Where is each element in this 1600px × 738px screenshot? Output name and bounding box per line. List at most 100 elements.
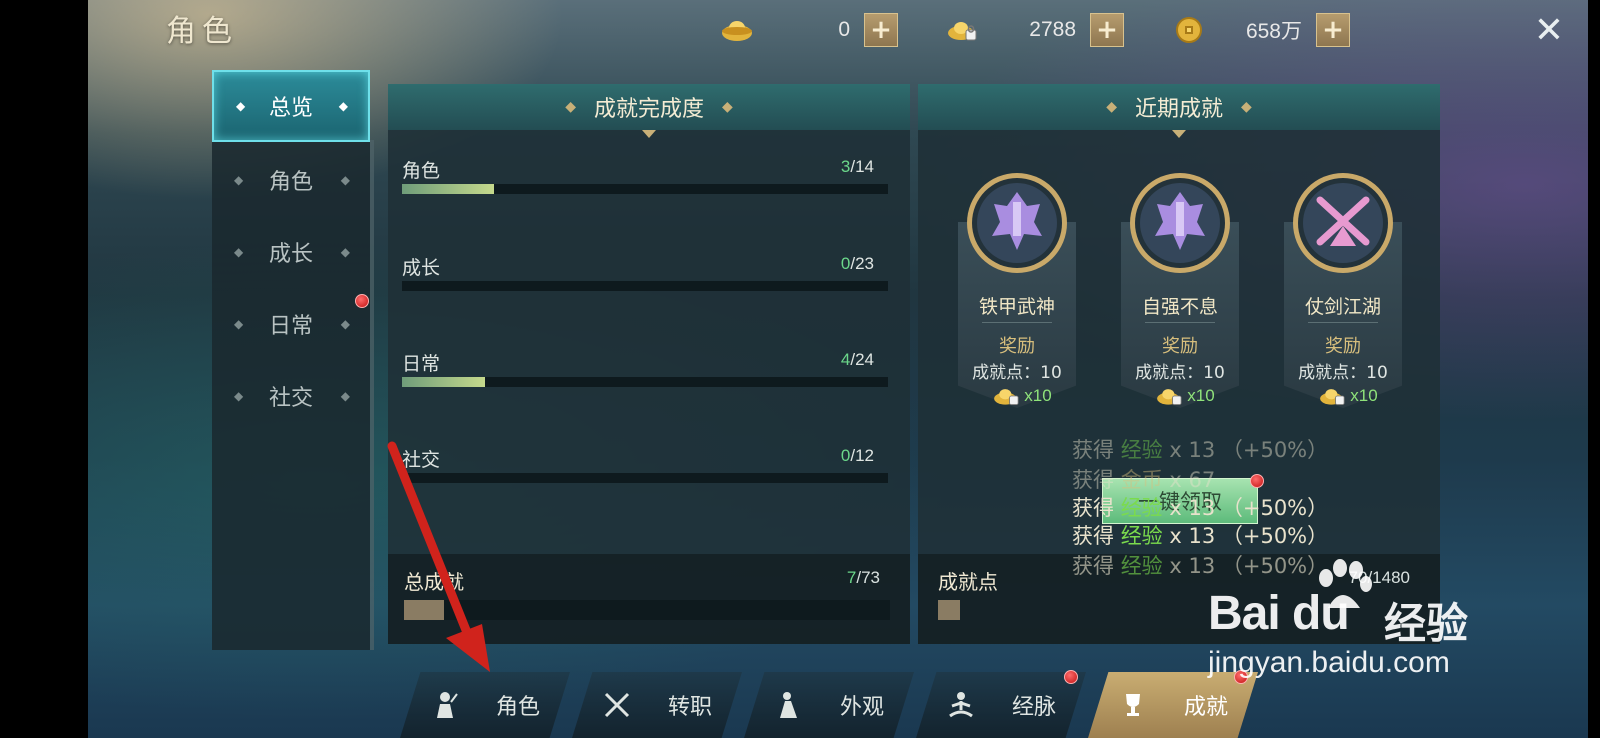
- add-gold-ingot-button[interactable]: +: [864, 13, 898, 47]
- watermark-logo-cn: 经验: [1384, 599, 1469, 648]
- bound-ingot-icon: [1157, 389, 1182, 405]
- nav-item-label: 日常: [268, 314, 313, 339]
- reward-points: 成就点：10: [972, 363, 1062, 383]
- header-notch: [642, 130, 656, 138]
- gold-ingot-icon: [720, 15, 754, 45]
- progress-row-growth: 成长 0/23: [402, 253, 888, 313]
- diamond-icon: ◆: [234, 389, 244, 403]
- nav-item-social[interactable]: ◆ 社交 ◆: [212, 360, 370, 432]
- side-nav: ◆ 总览 ◆ ◆ 角色 ◆ ◆ 成长 ◆ ◆ 日常 ◆ ◆ 社交 ◆: [212, 70, 370, 650]
- add-coin-button[interactable]: +: [1316, 13, 1350, 47]
- achievement-name: 仗剑江湖: [1304, 296, 1381, 318]
- reward-item: x10: [982, 384, 1062, 408]
- crossed-swords-icon: [602, 690, 632, 720]
- completion-panel-header: ◆ 成就完成度 ◆: [388, 84, 910, 138]
- achievement-points-label: 成就点: [938, 570, 998, 594]
- close-button[interactable]: ✕: [1530, 12, 1568, 50]
- currency-bound-ingot: 2788 +: [946, 10, 1124, 50]
- armor-emblem-icon: [967, 173, 1067, 273]
- reward-qty: x10: [1350, 386, 1378, 405]
- gain-message: 获得 经验 x 13 （+50%）: [1072, 524, 1329, 548]
- diamond-icon: ◆: [338, 99, 348, 113]
- gain-message: 获得 经验 x 13 （+50%）: [1072, 496, 1329, 520]
- tab-class-change[interactable]: 转职: [572, 672, 742, 738]
- reward-label: 奖励: [999, 336, 1035, 357]
- progress-fill: [402, 377, 485, 387]
- completion-title: 成就完成度: [593, 97, 704, 122]
- reward-item: x10: [1308, 384, 1388, 408]
- diamond-icon: ◆: [234, 317, 244, 331]
- achievement-name: 自强不息: [1141, 296, 1218, 318]
- bound-ingot-value: 2788: [1029, 18, 1076, 41]
- reward-item: x10: [1145, 384, 1225, 408]
- divider: [1308, 322, 1378, 323]
- achievement-name: 铁甲武神: [978, 296, 1055, 318]
- watermark-logo-text: Bai du: [1208, 587, 1350, 640]
- diamond-icon: ◆: [340, 173, 350, 187]
- game-screen: 角色 0 + 2788 + 658万 + ✕ ◆ 总览 ◆ ◆ 角色 ◆ ◆ 成…: [88, 0, 1600, 738]
- bound-ingot-icon: [994, 389, 1019, 405]
- nav-item-daily[interactable]: ◆ 日常 ◆: [212, 288, 370, 360]
- tab-label: 外观: [839, 695, 884, 720]
- gain-message: 获得 金币 x 67: [1072, 468, 1216, 492]
- diamond-icon: ◆: [565, 99, 576, 115]
- progress-row-character: 角色 3/14: [402, 156, 888, 216]
- add-bound-ingot-button[interactable]: +: [1090, 13, 1124, 47]
- diamond-icon: ◆: [1241, 99, 1252, 115]
- diamond-icon: ◆: [236, 99, 246, 113]
- diamond-icon: ◆: [234, 173, 244, 187]
- progress-count: 0/23: [840, 254, 874, 273]
- progress-label: 角色: [402, 160, 441, 182]
- progress-fill: [402, 184, 495, 194]
- trophy-icon: [1118, 690, 1148, 720]
- bound-ingot-icon: [946, 15, 980, 45]
- recent-panel-header: ◆ 近期成就 ◆: [918, 84, 1440, 138]
- tab-label: 经脉: [1011, 695, 1056, 720]
- nav-item-label: 成长: [268, 242, 313, 267]
- coin-icon: [1172, 15, 1206, 45]
- progress-row-daily: 日常 4/24: [402, 349, 888, 409]
- meditation-icon: [946, 690, 976, 720]
- progress-count: 4/24: [840, 350, 874, 369]
- tab-appearance[interactable]: 外观: [744, 672, 914, 738]
- reward-points: 成就点：10: [1135, 363, 1225, 383]
- armor-emblem-icon: [1130, 173, 1230, 273]
- reward-label: 奖励: [1325, 336, 1361, 357]
- nav-item-growth[interactable]: ◆ 成长 ◆: [212, 216, 370, 288]
- achievement-card[interactable]: 仗剑江湖 奖励 成就点：10 x10: [1280, 170, 1406, 410]
- tab-character[interactable]: 角色: [400, 672, 570, 738]
- divider: [1145, 322, 1215, 323]
- bound-ingot-icon: [1320, 389, 1345, 405]
- bottom-tab-bar: 角色 转职 外观 经脉 成就: [400, 672, 1260, 738]
- progress-track: [402, 184, 888, 194]
- right-letterbox: [1588, 0, 1600, 738]
- currency-gold-ingot: 0 +: [720, 10, 898, 50]
- coin-value: 658万: [1245, 20, 1302, 43]
- nav-item-overview[interactable]: ◆ 总览 ◆: [212, 70, 370, 142]
- currency-coin: 658万 +: [1172, 10, 1350, 50]
- achievement-card[interactable]: 自强不息 奖励 成就点：10 x10: [1117, 170, 1243, 410]
- diamond-icon: ◆: [340, 317, 350, 331]
- diamond-icon: ◆: [340, 389, 350, 403]
- gain-message: 获得 经验 x 13 （+50%）: [1072, 438, 1329, 462]
- diamond-icon: ◆: [340, 245, 350, 259]
- achievement-card[interactable]: 铁甲武神 奖励 成就点：10 x10: [954, 170, 1080, 410]
- daily-notification-dot: [355, 294, 369, 308]
- nav-scroll-rail: [370, 140, 374, 650]
- reward-qty: x10: [1187, 386, 1215, 405]
- character-icon: [430, 690, 460, 720]
- nav-item-character[interactable]: ◆ 角色 ◆: [212, 144, 370, 216]
- reward-label: 奖励: [1162, 336, 1198, 357]
- left-letterbox: [0, 0, 88, 738]
- tab-label: 转职: [667, 695, 712, 720]
- tab-meridians[interactable]: 经脉: [916, 672, 1086, 738]
- divider: [982, 322, 1052, 323]
- progress-count: 0/12: [840, 446, 874, 465]
- reward-qty: x10: [1024, 386, 1052, 405]
- watermark-url: jingyan.baidu.com: [1208, 646, 1450, 679]
- progress-track: [402, 377, 888, 387]
- nav-item-label: 总览: [268, 96, 313, 121]
- diamond-icon: ◆: [722, 99, 733, 115]
- progress-count: 3/14: [840, 157, 874, 176]
- gold-ingot-value: 0: [838, 18, 850, 41]
